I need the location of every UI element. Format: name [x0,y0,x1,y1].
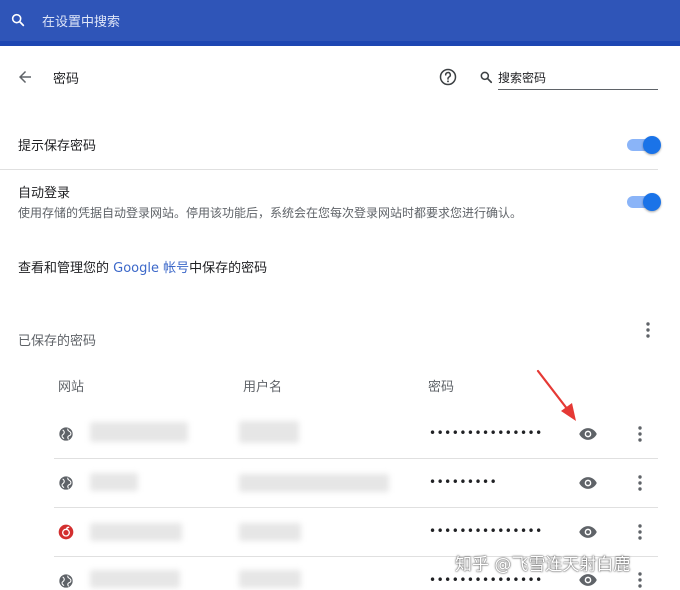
auto-signin-label: 自动登录 [18,186,71,201]
settings-divider [0,169,658,170]
top-bar-divider [0,41,680,46]
globe-icon [59,574,73,588]
toggle-knob [643,193,661,211]
manage-prefix: 查看和管理您的 [18,261,114,276]
back-arrow-icon[interactable] [16,68,34,86]
auto-signin-description: 使用存储的凭据自动登录网站。停用该功能后，系统会在您每次登录网站时都要求您进行确… [18,206,523,220]
password-search-input[interactable] [498,66,658,90]
search-icon[interactable] [10,12,26,28]
manage-account-text: 查看和管理您的 Google 帐号中保存的密码 [18,257,267,276]
username-redacted [239,474,389,492]
saved-passwords-title: 已保存的密码 [18,334,97,349]
more-vert-icon[interactable] [632,570,648,590]
toggle-knob [643,136,661,154]
site-name-redacted [90,523,182,541]
username-redacted [239,523,301,541]
username-redacted [239,570,301,588]
column-header-password: 密码 [428,380,455,395]
password-value: ••••••••••••••• [429,573,543,587]
more-vert-icon[interactable] [632,424,648,444]
top-bar: 在设置中搜索 [0,0,680,41]
help-icon[interactable] [438,67,458,87]
eye-icon[interactable] [578,522,598,542]
auto-signin-toggle[interactable] [627,193,661,211]
globe-icon [59,427,73,441]
password-search-icon [480,71,493,84]
site-name-redacted [90,473,138,491]
table-row: ••••••••• [54,459,658,508]
column-header-site: 网站 [58,380,85,395]
column-header-username: 用户名 [243,380,283,395]
password-value: ••••••••••••••• [429,426,543,440]
more-vert-icon[interactable] [632,522,648,542]
google-account-link[interactable]: Google 帐号 [113,261,189,276]
more-vert-icon[interactable] [640,320,656,340]
netease-music-icon [58,524,74,540]
offer-save-label: 提示保存密码 [18,139,97,154]
password-value: ••••••••• [429,475,498,489]
username-redacted [239,421,299,443]
manage-suffix: 中保存的密码 [189,261,268,276]
watermark-text: 知乎 @飞雪连天射白鹿 [455,555,631,575]
page-title: 密码 [53,72,80,87]
password-value: ••••••••••••••• [429,524,543,538]
offer-save-toggle[interactable] [627,136,661,154]
eye-icon[interactable] [578,424,598,444]
site-name-redacted [90,422,188,442]
site-name-redacted [90,570,180,588]
eye-icon[interactable] [578,473,598,493]
globe-icon [59,476,73,490]
red-arrow-annotation [536,369,576,421]
more-vert-icon[interactable] [632,473,648,493]
settings-search-input[interactable]: 在设置中搜索 [42,11,120,30]
